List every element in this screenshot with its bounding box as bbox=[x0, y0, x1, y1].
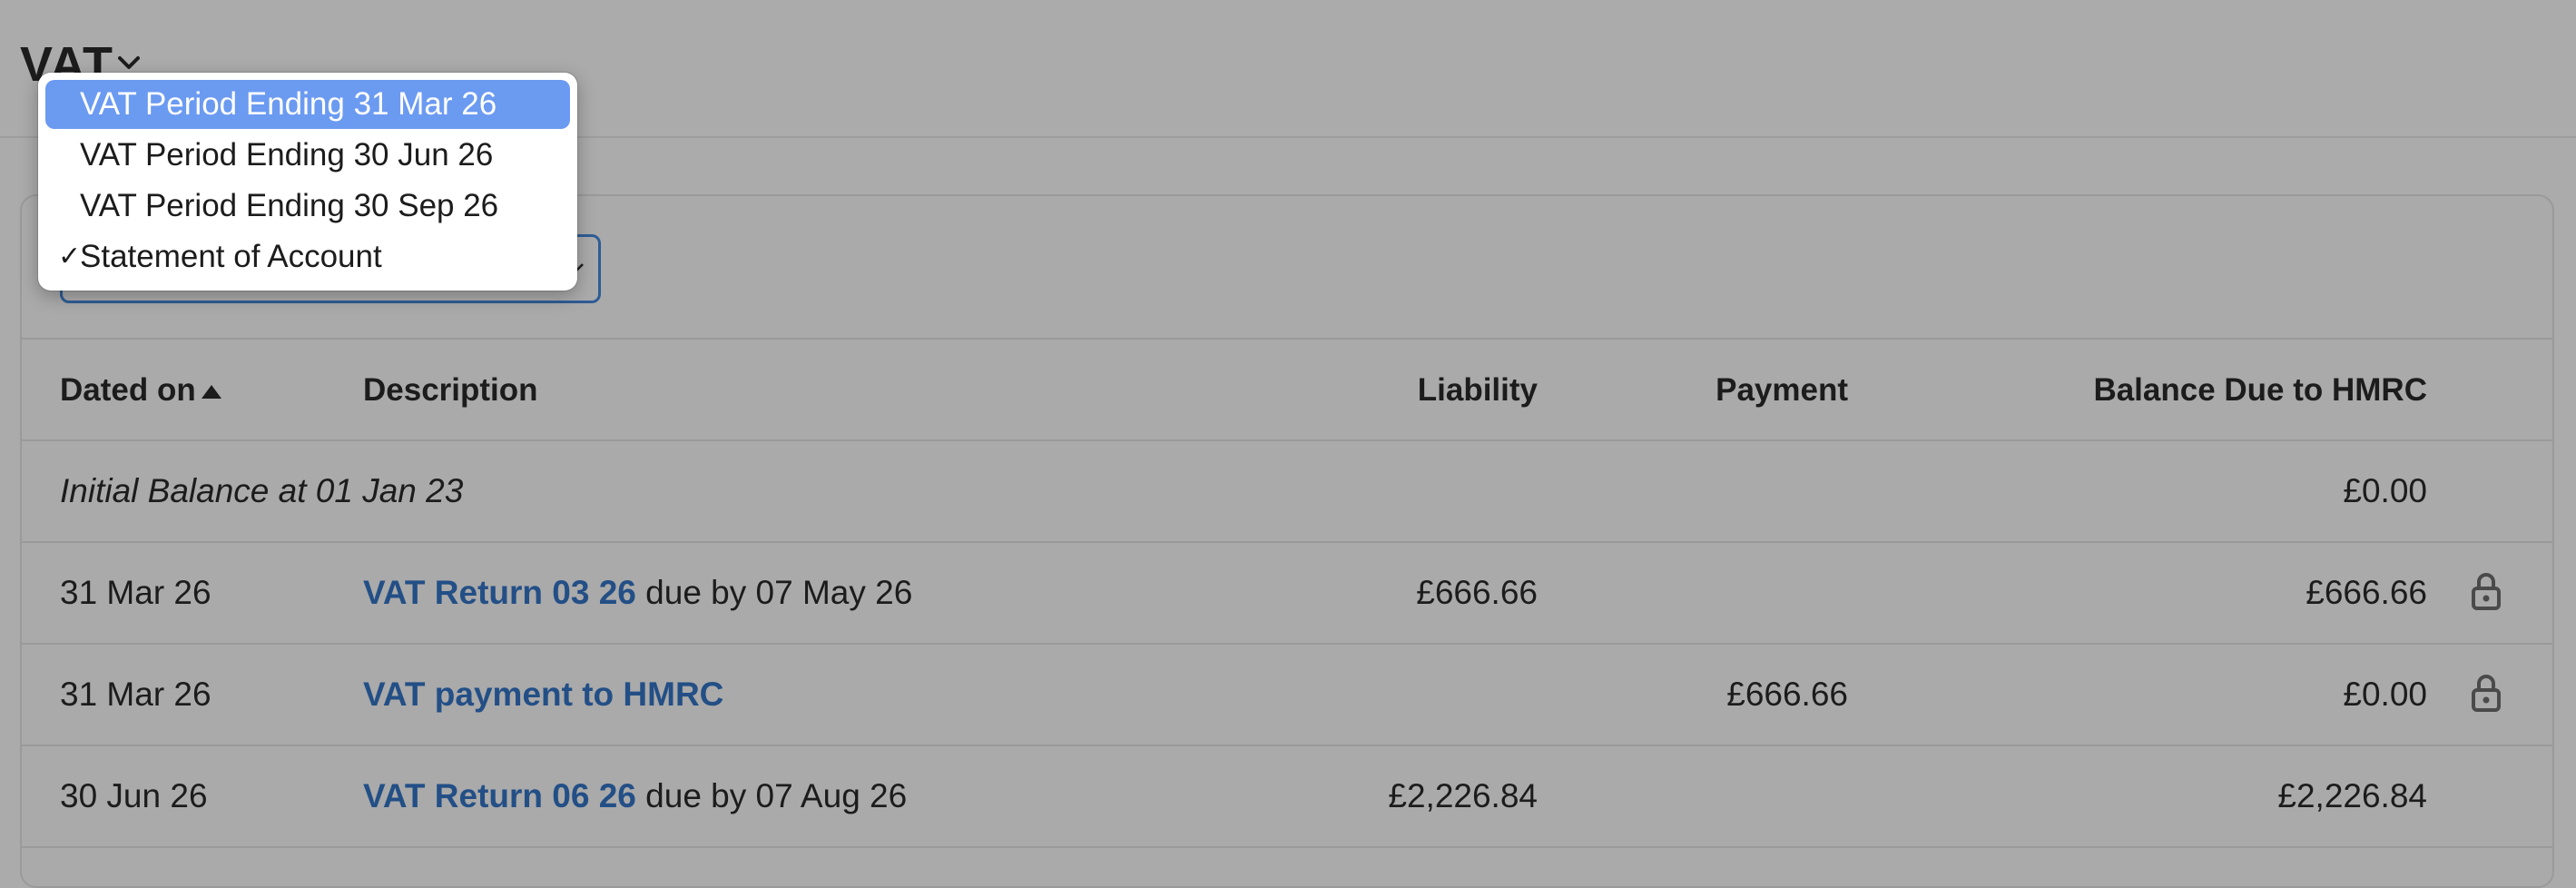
vat-return-link[interactable]: VAT Return 06 26 bbox=[363, 777, 636, 814]
row-date: 30 Jun 26 bbox=[60, 777, 208, 814]
initial-balance-value: £0.00 bbox=[2343, 472, 2427, 509]
statement-panel: Dated on Description Liability Payment B… bbox=[20, 194, 2554, 888]
row-liability: £666.66 bbox=[1416, 574, 1538, 611]
row-description: VAT Return 03 26 due by 07 May 26 bbox=[363, 574, 913, 611]
row-description: VAT payment to HMRC bbox=[363, 676, 723, 714]
table-row: 31 Mar 26 VAT Return 03 26 due by 07 May… bbox=[22, 543, 2552, 645]
vat-return-link[interactable]: VAT Return 03 26 bbox=[363, 574, 636, 611]
period-dropdown-menu: VAT Period Ending 31 Mar 26 VAT Period E… bbox=[38, 73, 577, 291]
row-balance: £2,226.84 bbox=[2277, 777, 2427, 814]
row-liability: £2,226.84 bbox=[1388, 777, 1538, 814]
checkmark-icon: ✓ bbox=[58, 242, 82, 271]
row-description: VAT Return 06 26 due by 07 Aug 26 bbox=[363, 777, 908, 814]
column-payment[interactable]: Payment bbox=[1474, 372, 1848, 409]
table-row: 30 Jun 26 VAT Return 06 26 due by 07 Aug… bbox=[22, 746, 2552, 848]
column-balance-due[interactable]: Balance Due to HMRC bbox=[1928, 372, 2427, 409]
row-payment: £666.66 bbox=[1726, 676, 1848, 713]
menu-item-statement-of-account[interactable]: ✓ Statement of Account bbox=[45, 232, 570, 281]
vat-payment-link[interactable]: VAT payment to HMRC bbox=[363, 676, 723, 713]
table-header: Dated on Description Liability Payment B… bbox=[22, 340, 2552, 441]
column-dated-on[interactable]: Dated on bbox=[60, 372, 223, 409]
row-balance: £0.00 bbox=[2343, 676, 2427, 713]
table-row-initial-balance: Initial Balance at 01 Jan 23 £0.00 bbox=[22, 441, 2552, 543]
row-date: 31 Mar 26 bbox=[60, 574, 211, 611]
sort-ascending-icon bbox=[201, 384, 221, 399]
lock-icon bbox=[2472, 675, 2501, 712]
row-balance: £666.66 bbox=[2306, 574, 2427, 611]
menu-item-period-jun-26[interactable]: VAT Period Ending 30 Jun 26 bbox=[45, 131, 570, 180]
menu-item-period-sep-26[interactable]: VAT Period Ending 30 Sep 26 bbox=[45, 182, 570, 231]
column-description[interactable]: Description bbox=[363, 372, 538, 409]
menu-item-period-mar-26[interactable]: VAT Period Ending 31 Mar 26 bbox=[45, 80, 570, 129]
initial-balance-label: Initial Balance at 01 Jan 23 bbox=[60, 472, 464, 509]
lock-icon bbox=[2472, 573, 2501, 610]
row-date: 31 Mar 26 bbox=[60, 676, 211, 713]
table-row: 31 Mar 26 VAT payment to HMRC £666.66 £0… bbox=[22, 645, 2552, 746]
